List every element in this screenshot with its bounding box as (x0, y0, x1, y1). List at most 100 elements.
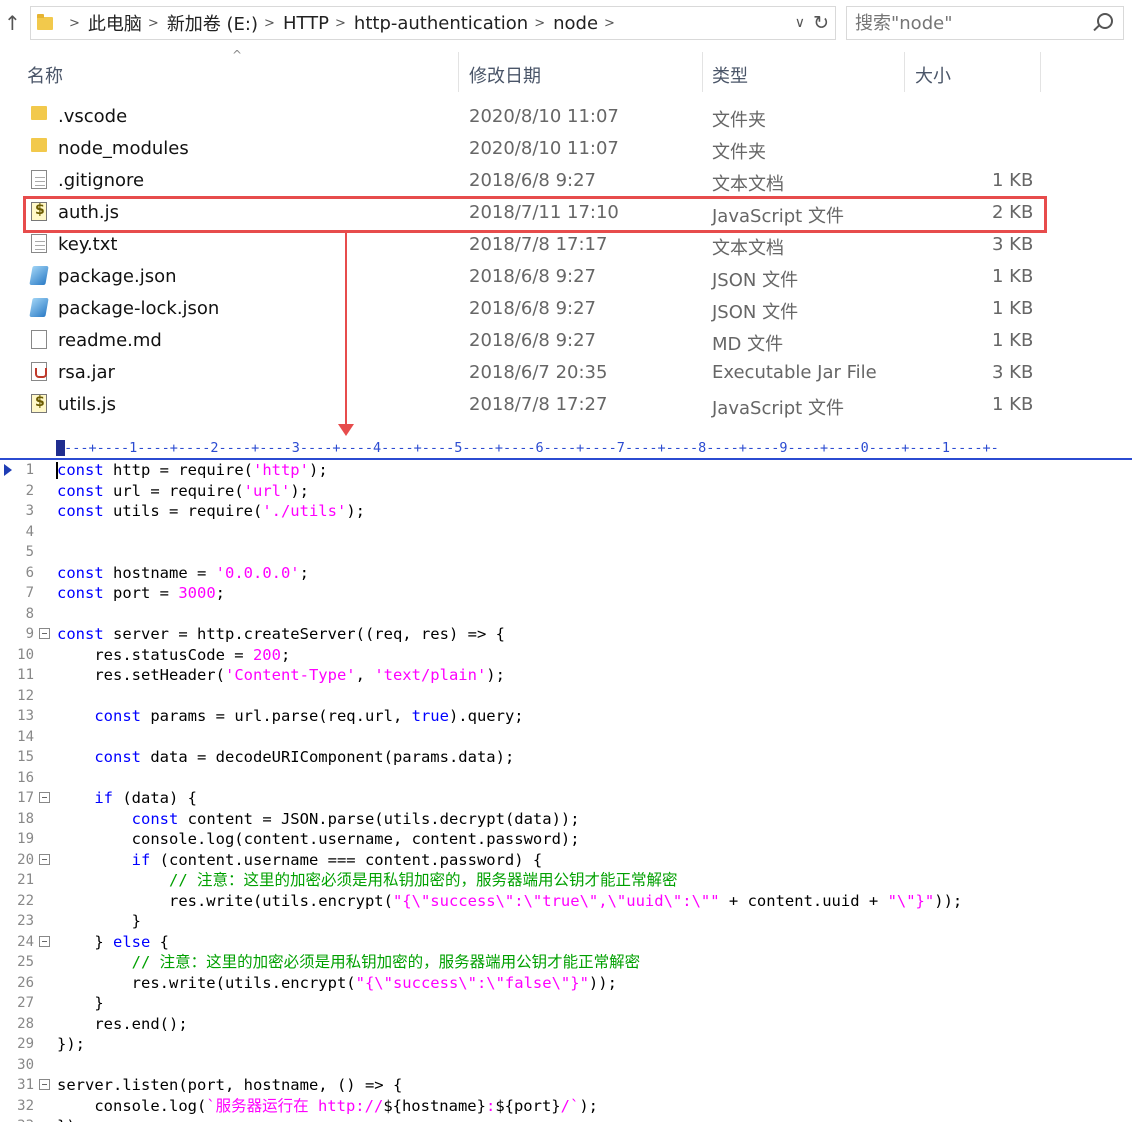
sort-caret-icon: ^ (232, 48, 243, 62)
code-line[interactable]: 5 (0, 542, 1132, 563)
code-line[interactable]: 7 const port = 3000; (0, 583, 1132, 604)
code-editor[interactable]: 1 const http = require('http'); 2 const url… (0, 460, 1132, 1122)
code-line[interactable]: 2 const url = require('url'); (0, 481, 1132, 502)
code-line[interactable]: 12 (0, 686, 1132, 707)
code-line[interactable]: 19 console.log(content.username, content… (0, 829, 1132, 850)
code-token: const (131, 809, 179, 828)
column-divider[interactable] (904, 52, 905, 92)
code-line[interactable]: 6 const hostname = '0.0.0.0'; (0, 563, 1132, 584)
chevron-down-icon[interactable]: ∨ (795, 15, 805, 31)
chevron-right-icon[interactable]: > (604, 16, 615, 31)
fold-toggle-icon[interactable] (39, 792, 50, 803)
code-line[interactable]: 14 (0, 727, 1132, 748)
code-line[interactable]: 32 console.log(`服务器运行在 http://${hostname… (0, 1096, 1132, 1117)
code-line[interactable]: 27 } (0, 993, 1132, 1014)
chevron-right-icon[interactable]: > (148, 16, 159, 31)
file-date: 2020/8/10 11:07 (469, 138, 619, 159)
code-token: } (57, 994, 104, 1012)
js-file-icon (31, 394, 47, 413)
file-date: 2020/8/10 11:07 (469, 106, 619, 127)
file-row[interactable]: package.json 2018/6/8 9:27 JSON 文件 1 KB (0, 262, 1132, 294)
file-row[interactable]: .vscode 2020/8/10 11:07 文件夹 (0, 102, 1132, 134)
file-date: 2018/6/8 9:27 (469, 266, 596, 287)
code-token: const (94, 707, 141, 725)
search-box[interactable] (846, 6, 1124, 40)
fold-toggle-icon[interactable] (39, 628, 50, 639)
code-token: params = url.parse(req.url, (141, 707, 412, 725)
code-line[interactable]: 1 const http = require('http'); (0, 460, 1132, 481)
text-file-icon (31, 170, 47, 189)
search-icon[interactable] (1097, 13, 1113, 29)
file-row[interactable]: .gitignore 2018/6/8 9:27 文本文档 1 KB (0, 166, 1132, 198)
column-type[interactable]: 类型 (712, 62, 748, 88)
chevron-right-icon[interactable]: > (335, 16, 346, 31)
file-row[interactable]: key.txt 2018/7/8 17:17 文本文档 3 KB (0, 230, 1132, 262)
file-size: 3 KB (992, 234, 1034, 255)
column-name[interactable]: 名称 (27, 62, 63, 88)
code-line[interactable]: 13 const params = url.parse(req.url, tru… (0, 706, 1132, 727)
editor-ruler: ----+----1----+----2----+----3----+----4… (56, 440, 999, 456)
code-token: console.log(content.username, content.pa… (57, 830, 580, 848)
code-line[interactable]: 11 res.setHeader('Content-Type', 'text/p… (0, 665, 1132, 686)
file-row[interactable]: rsa.jar 2018/6/7 20:35 Executable Jar Fi… (0, 358, 1132, 390)
line-number: 30 (17, 1056, 34, 1073)
breadcrumb-item[interactable]: node (553, 13, 598, 34)
fold-toggle-icon[interactable] (39, 853, 50, 865)
code-line[interactable]: 31 server.listen(port, hostname, () => { (0, 1075, 1132, 1096)
code-text: res.setHeader('Content-Type', 'text/plai… (57, 665, 505, 686)
fold-toggle-icon[interactable] (39, 1079, 50, 1090)
text-caret (56, 462, 58, 479)
code-token: hostname = (103, 563, 216, 582)
column-divider[interactable] (458, 52, 459, 92)
breadcrumb-item[interactable]: HTTP (283, 13, 329, 34)
file-row[interactable]: package-lock.json 2018/6/8 9:27 JSON 文件 … (0, 294, 1132, 326)
code-line[interactable]: 18 const content = JSON.parse(utils.decr… (0, 809, 1132, 830)
code-line[interactable]: 3 const utils = require('./utils'); (0, 501, 1132, 522)
file-row[interactable]: utils.js 2018/7/8 17:27 JavaScript 文件 1 … (0, 390, 1132, 422)
code-line[interactable]: 8 (0, 604, 1132, 625)
file-row[interactable]: readme.md 2018/6/8 9:27 MD 文件 1 KB (0, 326, 1132, 358)
chevron-right-icon[interactable]: > (534, 16, 545, 31)
code-line[interactable]: 17 if (data) { (0, 788, 1132, 809)
fold-toggle-icon[interactable] (39, 935, 50, 947)
code-text: res.write(utils.encrypt("{\"success\":\"… (57, 891, 962, 912)
code-token: } (57, 912, 141, 930)
code-token: const (57, 461, 104, 479)
code-line[interactable]: 29}); (0, 1034, 1132, 1055)
code-line[interactable]: 23 } (0, 911, 1132, 932)
code-line[interactable]: 22 res.write(utils.encrypt("{\"success\"… (0, 891, 1132, 912)
code-line[interactable]: 15 const data = decodeURIComponent(param… (0, 747, 1132, 768)
code-line[interactable]: 21 // 注意：这里的加密必须是用私钥加密的，服务器端用公钥才能正常解密 (0, 870, 1132, 891)
column-divider[interactable] (1040, 52, 1041, 92)
refresh-icon[interactable]: ↻ (813, 12, 829, 34)
code-line[interactable]: 26 res.write(utils.encrypt("{\"success\"… (0, 973, 1132, 994)
code-line[interactable]: 9 const server = http.createServer((req, … (0, 624, 1132, 645)
code-line[interactable]: 20 if (content.username === content.pass… (0, 850, 1132, 871)
code-line[interactable]: 30 (0, 1055, 1132, 1076)
column-divider[interactable] (702, 52, 703, 92)
breadcrumb-item[interactable]: 新加卷 (E:) (167, 10, 258, 36)
code-line[interactable]: 24 } else { (0, 932, 1132, 953)
arrow-up-icon[interactable]: ↑ (4, 12, 21, 34)
breadcrumb-item[interactable]: http-authentication (354, 13, 528, 34)
breadcrumb[interactable]: > 此电脑 > 新加卷 (E:) > HTTP > http-authentic… (30, 6, 836, 40)
line-number: 12 (17, 687, 34, 704)
code-text: console.log(`服务器运行在 http://${hostname}:$… (57, 1096, 598, 1117)
code-line[interactable]: 4 (0, 522, 1132, 543)
chevron-right-icon[interactable]: > (264, 16, 275, 31)
chevron-right-icon[interactable]: > (69, 16, 80, 31)
breadcrumb-item[interactable]: 此电脑 (88, 10, 142, 36)
column-date[interactable]: 修改日期 (469, 62, 541, 88)
code-line[interactable]: 33}); (0, 1116, 1132, 1122)
code-line[interactable]: 10 res.statusCode = 200; (0, 645, 1132, 666)
highlight-box (23, 196, 1047, 233)
file-row[interactable]: node_modules 2020/8/10 11:07 文件夹 (0, 134, 1132, 166)
search-input[interactable] (847, 11, 1087, 35)
code-line[interactable]: 28 res.end(); (0, 1014, 1132, 1035)
column-size[interactable]: 大小 (915, 62, 951, 88)
line-number: 26 (17, 974, 34, 991)
code-line[interactable]: 16 (0, 768, 1132, 789)
code-line[interactable]: 25 // 注意：这里的加密必须是用私钥加密的，服务器端用公钥才能正常解密 (0, 952, 1132, 973)
file-size: 1 KB (992, 266, 1034, 287)
